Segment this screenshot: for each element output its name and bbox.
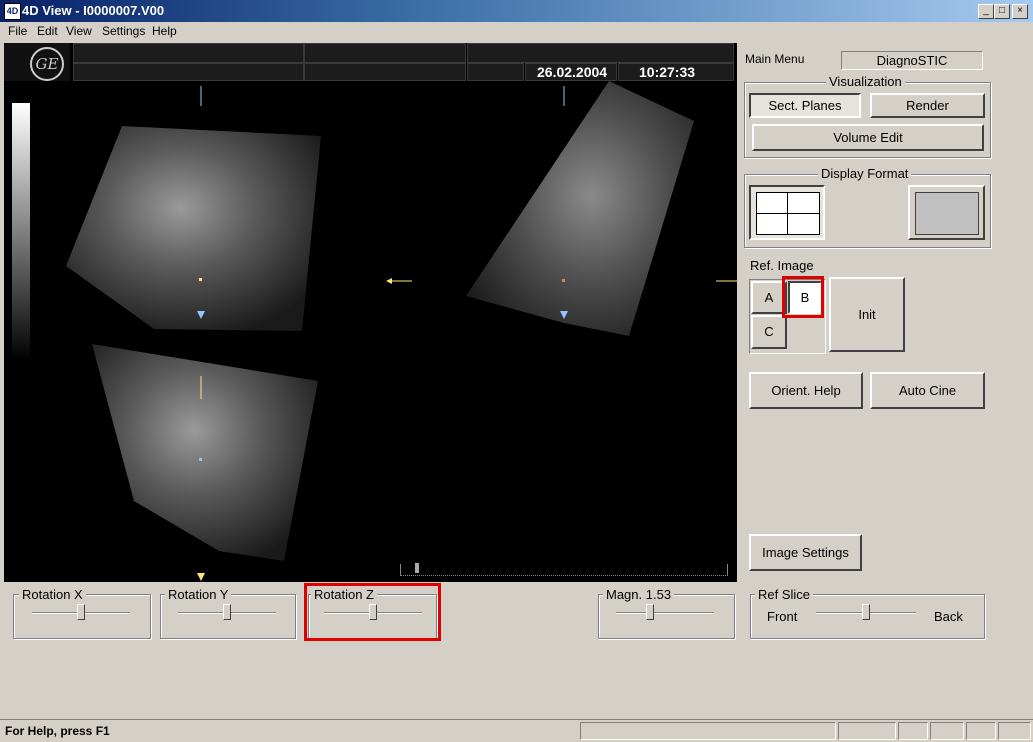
ref-image-c-button[interactable]: C bbox=[751, 315, 787, 349]
header-cell bbox=[73, 43, 304, 63]
menu-view[interactable]: View bbox=[66, 24, 92, 38]
highlight-box bbox=[782, 276, 824, 318]
ref-slice-front-label: Front bbox=[767, 609, 798, 624]
cine-timeline[interactable] bbox=[400, 563, 728, 576]
status-divider bbox=[0, 719, 1033, 720]
magn-track[interactable] bbox=[616, 612, 714, 614]
volume-edit-button[interactable]: Volume Edit bbox=[752, 124, 984, 151]
rotation-y-label: Rotation Y bbox=[165, 587, 232, 602]
header-cell bbox=[467, 43, 734, 63]
image-viewport[interactable]: GE 26.02.2004 10:27:33 bbox=[4, 43, 737, 582]
image-settings-button[interactable]: Image Settings bbox=[749, 534, 862, 571]
single-layout-icon bbox=[915, 192, 979, 235]
magn-label: Magn. 1.53 bbox=[603, 587, 675, 602]
window-title: 4D View - I0000007.V00 bbox=[22, 3, 165, 18]
plane-b bbox=[466, 81, 694, 336]
status-cell bbox=[580, 722, 836, 740]
main-menu-label: Main Menu bbox=[745, 52, 805, 66]
header-cell bbox=[73, 63, 304, 81]
status-cell bbox=[838, 722, 896, 740]
menu-file[interactable]: File bbox=[8, 24, 27, 38]
ref-slice-back-label: Back bbox=[934, 609, 963, 624]
app-icon[interactable]: 4D bbox=[4, 3, 21, 20]
minimize-button[interactable]: _ bbox=[978, 4, 994, 19]
highlight-box bbox=[304, 583, 441, 641]
date-cell: 26.02.2004 bbox=[525, 63, 617, 81]
header-cell bbox=[467, 63, 524, 81]
scan-time: 10:27:33 bbox=[639, 64, 696, 80]
menu-help[interactable]: Help bbox=[152, 24, 177, 38]
scan-date: 26.02.2004 bbox=[537, 64, 608, 80]
status-cell bbox=[966, 722, 996, 740]
auto-cine-button[interactable]: Auto Cine bbox=[870, 372, 985, 409]
main-menu-value[interactable]: DiagnoSTIC bbox=[841, 51, 983, 70]
ref-slice-slider[interactable] bbox=[862, 604, 870, 620]
menu-edit[interactable]: Edit bbox=[37, 24, 58, 38]
orient-help-button[interactable]: Orient. Help bbox=[749, 372, 863, 409]
render-button[interactable]: Render bbox=[870, 93, 985, 118]
status-help-text: For Help, press F1 bbox=[5, 724, 110, 738]
status-cell bbox=[898, 722, 928, 740]
header-cell bbox=[304, 43, 466, 63]
rotation-x-slider[interactable] bbox=[77, 604, 85, 620]
visualization-label: Visualization bbox=[826, 74, 905, 89]
cine-marker[interactable] bbox=[415, 563, 419, 573]
title-bar[interactable]: 4D 4D View - I0000007.V00 _ □ × bbox=[0, 0, 1033, 22]
rotation-x-label: Rotation X bbox=[19, 587, 86, 602]
ref-slice-label: Ref Slice bbox=[755, 587, 814, 602]
menu-bar: File Edit View Settings Help bbox=[0, 22, 1033, 41]
quad-layout-icon bbox=[756, 192, 820, 235]
rotation-y-slider[interactable] bbox=[223, 604, 231, 620]
maximize-button[interactable]: □ bbox=[994, 4, 1010, 19]
plane-c bbox=[92, 344, 318, 561]
display-format-label: Display Format bbox=[818, 166, 912, 181]
time-cell: 10:27:33 bbox=[618, 63, 734, 81]
menu-settings[interactable]: Settings bbox=[102, 24, 145, 38]
section-planes bbox=[66, 81, 737, 581]
close-button[interactable]: × bbox=[1012, 4, 1028, 19]
single-layout-button[interactable] bbox=[908, 185, 985, 240]
plane-a bbox=[66, 126, 321, 331]
logo-cell: GE bbox=[4, 43, 70, 81]
init-button[interactable]: Init bbox=[829, 277, 905, 352]
header-cell bbox=[304, 63, 466, 81]
ref-image-label: Ref. Image bbox=[750, 258, 814, 273]
status-cell bbox=[998, 722, 1031, 740]
status-cell bbox=[930, 722, 964, 740]
quad-layout-button[interactable] bbox=[749, 185, 825, 240]
ge-logo-icon: GE bbox=[30, 47, 64, 81]
magn-slider[interactable] bbox=[646, 604, 655, 620]
sect-planes-button[interactable]: Sect. Planes bbox=[749, 93, 861, 118]
